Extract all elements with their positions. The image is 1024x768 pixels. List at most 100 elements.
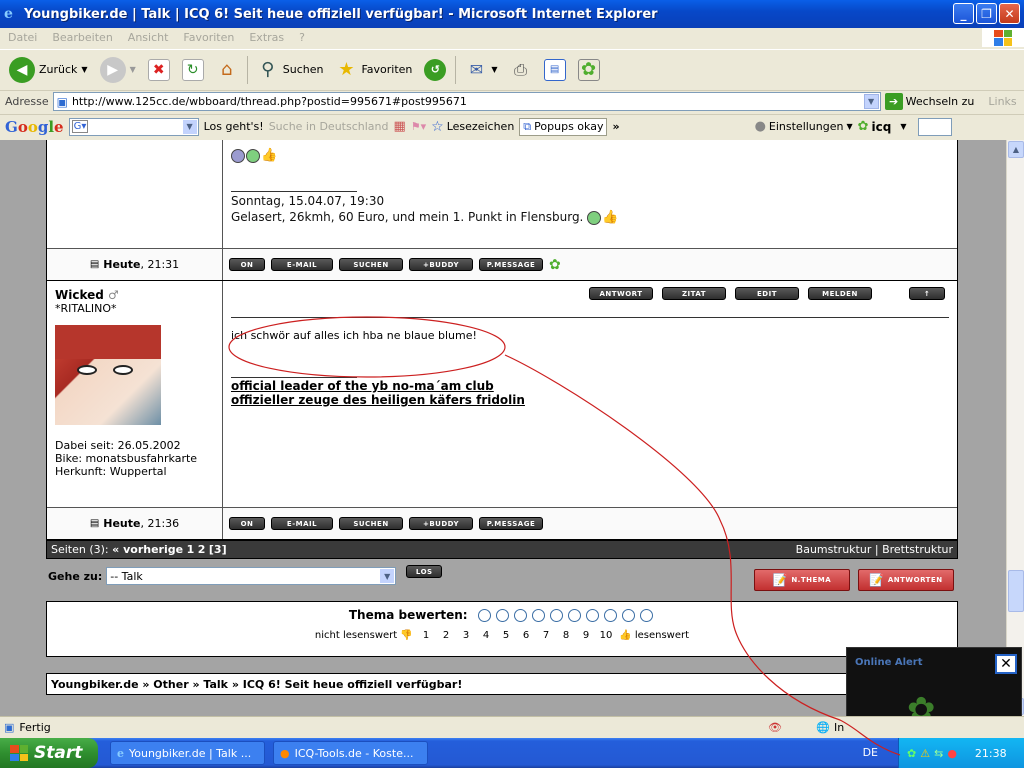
private-message-button[interactable]: P.MESSAGE	[479, 258, 543, 271]
icq-search-button[interactable]: ✿ icq ▼	[858, 119, 907, 134]
page-2-link[interactable]: 2	[198, 543, 206, 556]
address-input[interactable]: ▣ http://www.125cc.de/wbboard/thread.php…	[52, 92, 881, 111]
language-indicator[interactable]: DE	[863, 746, 878, 759]
signature-link-2[interactable]: offizieller zeuge des heiligen käfers fr…	[231, 393, 525, 407]
settings-button[interactable]: ● Einstellungen ▼	[755, 119, 853, 134]
rating-label: Thema bewerten:	[348, 608, 468, 622]
author-name[interactable]: Wicked	[55, 288, 104, 302]
menu-edit[interactable]: Bearbeiten	[52, 31, 112, 44]
forum-select[interactable]: -- Talk ▼	[106, 567, 397, 585]
alert-title: Online Alert	[855, 657, 923, 668]
menu-help[interactable]: ?	[299, 31, 305, 44]
rating-option-8[interactable]	[603, 608, 617, 622]
google-search-de-button[interactable]: Suche in Deutschland	[269, 120, 389, 133]
restore-button[interactable]: ❐	[976, 3, 997, 24]
print-button[interactable]: ⎙	[507, 53, 535, 87]
prev-page-link[interactable]: « vorherige	[112, 543, 183, 556]
google-search-button[interactable]: Los geht's!	[204, 120, 264, 133]
scroll-up-icon[interactable]: ▲	[1008, 141, 1024, 158]
google-logo[interactable]: Google	[5, 118, 64, 136]
icq-toolbar-button[interactable]: ✿	[575, 53, 603, 87]
links-label[interactable]: Links	[988, 95, 1016, 108]
menu-favorites[interactable]: Favoriten	[183, 31, 234, 44]
icq-tray-icon[interactable]: ✿	[907, 747, 916, 760]
email-button[interactable]: E-MAIL	[271, 258, 333, 271]
antivirus-tray-icon[interactable]: ●	[947, 747, 957, 760]
window-titlebar: e Youngbiker.de | Talk | ICQ 6! Seit heu…	[0, 0, 1024, 28]
minimize-button[interactable]: _	[953, 3, 974, 24]
search-posts-button[interactable]: SUCHEN	[339, 258, 403, 271]
bookmark-star-icon: ☆	[431, 118, 444, 135]
report-button[interactable]: MELDEN	[808, 287, 872, 300]
private-message-button[interactable]: P.MESSAGE	[479, 517, 543, 530]
home-button[interactable]: ⌂	[213, 53, 241, 87]
history-button[interactable]: ↺	[421, 53, 449, 87]
search-button[interactable]: ⚲ Suchen	[254, 53, 327, 87]
page-1-link[interactable]: 1	[187, 543, 195, 556]
signature-link-1[interactable]: official leader of the yb no-ma´am club	[231, 379, 494, 393]
close-button[interactable]: ✕	[999, 3, 1020, 24]
rating-option-7[interactable]	[585, 608, 599, 622]
menu-file[interactable]: Datei	[8, 31, 37, 44]
quote-button[interactable]: ZITAT	[662, 287, 726, 300]
menu-tools[interactable]: Extras	[249, 31, 284, 44]
search-posts-button[interactable]: SUCHEN	[339, 517, 403, 530]
address-url: http://www.125cc.de/wbboard/thread.php?p…	[71, 95, 467, 108]
more-chevron-icon[interactable]: »	[612, 120, 619, 133]
add-buddy-button[interactable]: +BUDDY	[409, 258, 473, 271]
taskbar-ie-window[interactable]: e Youngbiker.de | Talk ...	[110, 741, 265, 765]
network-tray-icon[interactable]: ⇆	[934, 747, 943, 760]
rating-option-10[interactable]	[639, 608, 653, 622]
reply-thread-button[interactable]: 📝 ANTWORTEN	[858, 569, 954, 591]
reply-button[interactable]: ANTWORT	[589, 287, 653, 300]
online-status-button[interactable]: ON	[229, 517, 265, 530]
new-thread-button[interactable]: 📝 N.THEMA	[754, 569, 850, 591]
mail-button[interactable]: ✉ ▼	[462, 53, 500, 87]
rating-option-4[interactable]	[531, 608, 545, 622]
icq-search-input[interactable]	[917, 117, 952, 136]
scroll-top-button[interactable]: ↑	[909, 287, 945, 300]
scroll-thumb[interactable]	[1008, 570, 1024, 612]
windows-flag-icon[interactable]: ⚑▾	[411, 120, 426, 133]
rating-option-1[interactable]	[477, 608, 491, 622]
edit-post-button[interactable]: EDIT	[735, 287, 799, 300]
warning-tray-icon[interactable]: ⚠	[920, 747, 930, 760]
google-search-input[interactable]: G▾ ▼	[68, 117, 199, 136]
page-content: 👍 Sonntag, 15.04.07, 19:30 Gelasert, 26k…	[0, 140, 1006, 716]
rating-number: 6	[522, 630, 530, 641]
reply-icon: 📝	[869, 573, 885, 587]
vertical-scrollbar[interactable]: ▲ ▼	[1006, 140, 1024, 716]
add-buddy-button[interactable]: +BUDDY	[409, 517, 473, 530]
edit-button[interactable]: ▤	[541, 53, 569, 87]
rating-option-5[interactable]	[549, 608, 563, 622]
rating-option-2[interactable]	[495, 608, 509, 622]
forward-button[interactable]: ▶ ▼	[97, 53, 139, 87]
rating-option-9[interactable]	[621, 608, 635, 622]
icq-flower-icon[interactable]: ✿	[549, 257, 561, 273]
google-search-dropdown-icon[interactable]: ▼	[182, 119, 197, 134]
back-button[interactable]: ◀ Zurück ▼	[6, 53, 91, 87]
rating-option-3[interactable]	[513, 608, 527, 622]
privacy-icon[interactable]: 👁	[768, 721, 782, 734]
taskbar-firefox-window[interactable]: ● ICQ-Tools.de - Koste...	[273, 741, 428, 765]
menu-view[interactable]: Ansicht	[128, 31, 169, 44]
favorites-button[interactable]: ★ Favoriten	[332, 53, 415, 87]
alert-close-icon[interactable]: ✕	[995, 654, 1017, 674]
goto-go-button[interactable]: LOS	[406, 565, 443, 578]
goto-row: Gehe zu: -- Talk ▼ LOS 📝 N.THEMA 📝 ANTWORT…	[46, 559, 958, 601]
rating-option-6[interactable]	[567, 608, 581, 622]
bookmarks-button[interactable]: ☆ Lesezeichen	[431, 119, 514, 135]
email-button[interactable]: E-MAIL	[271, 517, 333, 530]
online-status-button[interactable]: ON	[229, 258, 265, 271]
news-icon[interactable]: ▦	[393, 119, 405, 134]
refresh-button[interactable]: ↻	[179, 53, 207, 87]
tree-view-link[interactable]: Baumstruktur	[796, 543, 872, 556]
stop-button[interactable]: ✖	[145, 53, 173, 87]
breadcrumb[interactable]: Youngbiker.de » Other » Talk » ICQ 6! Se…	[46, 673, 958, 695]
popups-button[interactable]: ⧉ Popups okay	[519, 117, 608, 136]
start-button[interactable]: Start	[0, 738, 98, 768]
address-dropdown-icon[interactable]: ▼	[863, 94, 879, 109]
system-tray: ✿ ⚠ ⇆ ● 21:38	[898, 738, 1024, 768]
go-button[interactable]: ➔ Wechseln zu	[884, 93, 974, 110]
board-view-link[interactable]: Brettstruktur	[882, 543, 953, 556]
